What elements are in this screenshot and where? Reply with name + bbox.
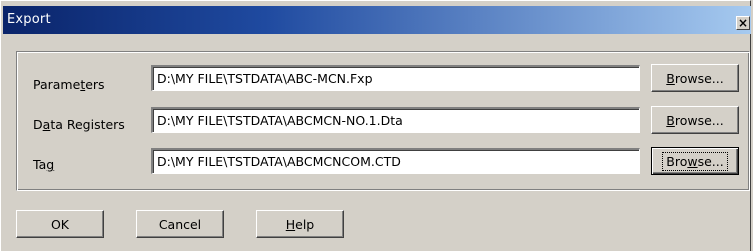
parameters-browse-button[interactable]: Browse... <box>651 64 739 92</box>
parameters-path-field[interactable]: D:\MY FILE\TSTDATA\ABC-MCN.Fxp <box>151 65 640 91</box>
window-title: Export <box>7 12 51 27</box>
parameters-label: Parameters <box>33 77 105 92</box>
help-button[interactable]: Help <box>256 210 344 238</box>
ok-button[interactable]: OK <box>16 210 104 238</box>
title-bar: Export × <box>3 6 751 34</box>
tag-browse-button[interactable]: Browse... <box>651 147 739 175</box>
tag-path-field[interactable]: D:\MY FILE\TSTDATA\ABCMCNCOM.CTD <box>151 148 640 174</box>
data-registers-label: Data Registers <box>33 117 125 132</box>
cancel-button[interactable]: Cancel <box>136 210 224 238</box>
data-registers-browse-button[interactable]: Browse... <box>651 106 739 134</box>
data-registers-path-field[interactable]: D:\MY FILE\TSTDATA\ABCMCN-NO.1.Dta <box>151 107 640 133</box>
tag-label: Tag <box>33 157 55 172</box>
close-icon: × <box>737 16 749 30</box>
close-button[interactable]: × <box>736 16 750 30</box>
export-dialog: Export × Parameters D:\MY FILE\TSTDATA\A… <box>0 0 751 251</box>
